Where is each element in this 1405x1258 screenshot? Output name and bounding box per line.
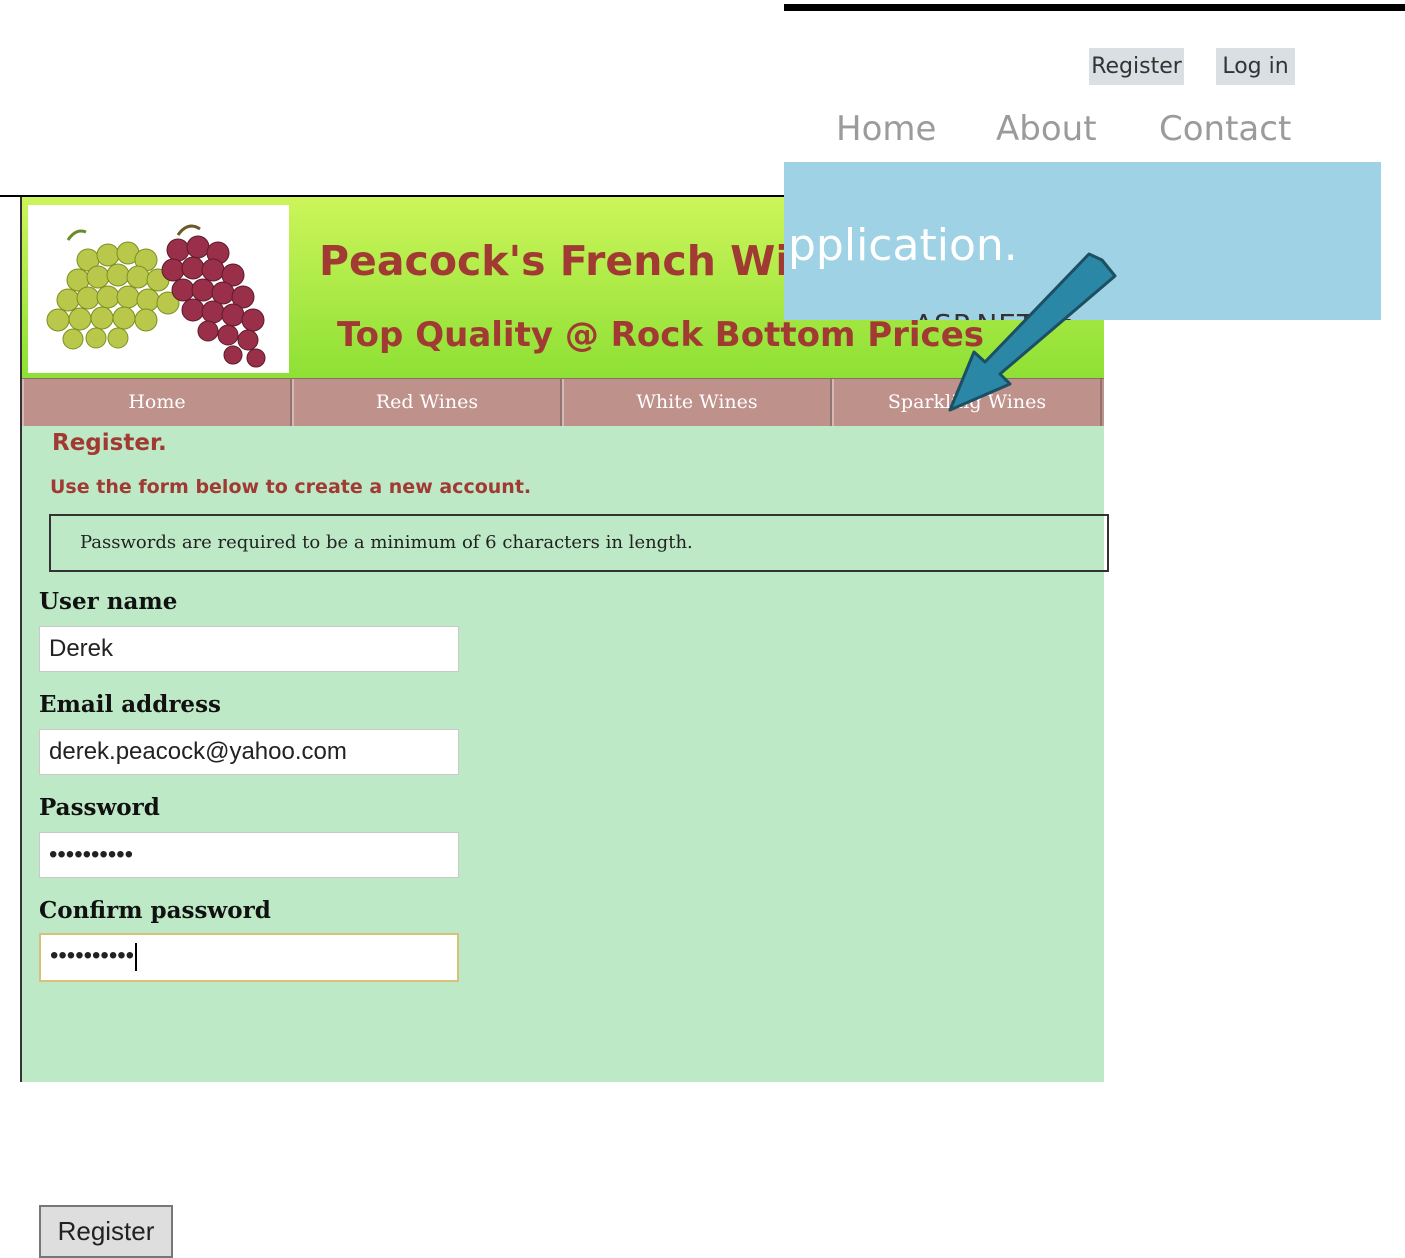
register-button[interactable]: Register [39, 1205, 173, 1258]
password-notice-text: Passwords are required to be a minimum o… [80, 532, 693, 553]
confirm-password-value: •••••••••• [50, 942, 135, 969]
top-nav-home[interactable]: Home [836, 108, 936, 150]
confirm-password-input[interactable]: •••••••••• [39, 933, 459, 982]
register-content: Register. Use the form below to create a… [22, 426, 1109, 1258]
username-input[interactable]: Derek [39, 626, 459, 672]
top-divider [784, 4, 1405, 11]
menu-item-home[interactable]: Home [22, 379, 292, 426]
menu-item-red-wines[interactable]: Red Wines [292, 379, 562, 426]
annotation-arrow-icon [948, 252, 1117, 412]
page-subtitle: Use the form below to create a new accou… [50, 476, 532, 498]
grapes-icon [46, 224, 266, 368]
password-label: Password [39, 794, 160, 821]
menu-item-white-wines[interactable]: White Wines [562, 379, 832, 426]
site-title: Peacock's French Wine [319, 237, 847, 285]
text-caret [135, 942, 138, 971]
page-title: Register. [52, 430, 167, 456]
register-link[interactable]: Register [1089, 48, 1184, 85]
top-nav-about[interactable]: About [996, 108, 1097, 150]
email-input[interactable]: derek.peacock@yahoo.com [39, 729, 459, 775]
confirm-password-label: Confirm password [39, 897, 271, 924]
top-nav-contact[interactable]: Contact [1159, 108, 1291, 150]
password-input[interactable]: •••••••••• [39, 832, 459, 878]
email-label: Email address [39, 691, 221, 718]
password-notice: Passwords are required to be a minimum o… [49, 514, 1109, 572]
login-link[interactable]: Log in [1216, 48, 1295, 85]
grapes-logo [28, 205, 289, 373]
username-label: User name [39, 588, 178, 615]
